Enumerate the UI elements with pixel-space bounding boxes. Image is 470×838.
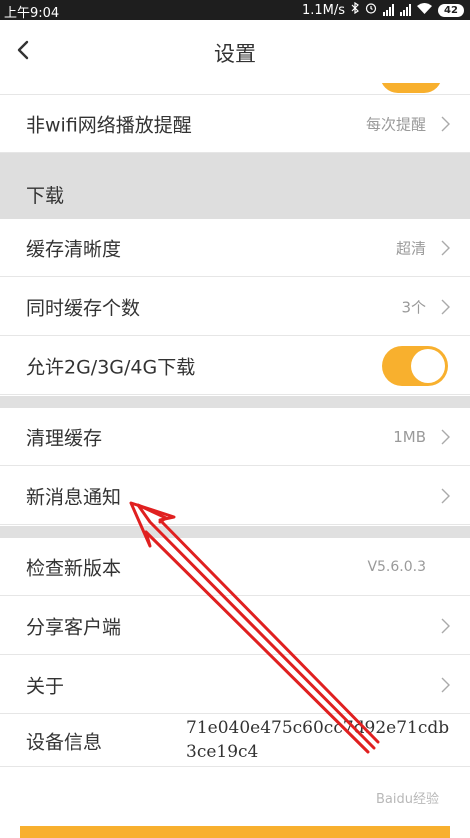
- bluetooth-icon: [351, 1, 359, 18]
- status-icons: 1.1M/s 42: [301, 1, 464, 18]
- row-notifications[interactable]: 新消息通知: [0, 467, 470, 525]
- row-share-client[interactable]: 分享客户端: [0, 597, 470, 655]
- chevron-right-icon: [441, 116, 450, 131]
- row-value: 3个: [401, 298, 426, 316]
- chevron-right-icon: [441, 488, 450, 503]
- chevron-left-icon: [17, 40, 29, 60]
- row-check-update[interactable]: 检查新版本 V5.6.0.3: [0, 538, 470, 596]
- section-title: 下载: [26, 185, 65, 207]
- chevron-right-icon: [441, 299, 450, 314]
- row-value: 每次提醒: [365, 115, 426, 133]
- battery-icon: 42: [438, 3, 464, 17]
- row-label: 检查新版本: [26, 557, 122, 579]
- chevron-right-icon: [441, 618, 450, 633]
- toggle-knob: [411, 348, 445, 383]
- section-header-download: 下载: [0, 153, 470, 219]
- partial-toggle-row: [0, 83, 470, 95]
- page-title: 设置: [214, 42, 256, 66]
- section-divider: [0, 526, 470, 538]
- row-label: 关于: [26, 675, 65, 697]
- status-bar: 上午9:04 1.1M/s 42: [0, 0, 470, 21]
- row-cache-count[interactable]: 同时缓存个数 3个: [0, 278, 470, 336]
- wifi-icon: [417, 2, 432, 18]
- row-label: 缓存清晰度: [26, 238, 122, 260]
- signal-icon-2: [400, 4, 411, 16]
- chevron-right-icon: [441, 240, 450, 255]
- row-label: 新消息通知: [26, 486, 122, 508]
- status-time: 上午9:04: [4, 6, 60, 21]
- version-value: V5.6.0.3: [367, 558, 426, 575]
- row-label: 允许2G/3G/4G下载: [26, 356, 196, 378]
- bottom-action-bar[interactable]: [20, 826, 450, 838]
- chevron-right-icon: [441, 677, 450, 692]
- network-speed: 1.1M/s: [301, 2, 345, 18]
- row-clear-cache[interactable]: 清理缓存 1MB: [0, 408, 470, 466]
- device-id-value: 71e040e475c60cc7d92e71cdb3ce19c4: [186, 718, 450, 762]
- row-label: 非wifi网络播放提醒: [26, 114, 192, 136]
- app-header: 设置: [0, 20, 470, 83]
- mobile-download-toggle[interactable]: [382, 345, 448, 386]
- row-label: 同时缓存个数: [26, 297, 141, 319]
- section-divider: [0, 396, 470, 408]
- row-value: 1MB: [393, 427, 426, 446]
- row-value: 超清: [395, 239, 426, 257]
- row-label: 分享客户端: [26, 616, 122, 638]
- chevron-right-icon: [441, 429, 450, 444]
- row-about[interactable]: 关于: [0, 656, 470, 714]
- row-wifi-reminder[interactable]: 非wifi网络播放提醒 每次提醒: [0, 95, 470, 153]
- signal-icon: [383, 4, 394, 16]
- watermark: Baidu经验: [376, 792, 439, 807]
- alarm-icon: [365, 2, 377, 18]
- row-label: 清理缓存: [26, 427, 103, 449]
- row-cache-quality[interactable]: 缓存清晰度 超清: [0, 219, 470, 277]
- row-label: 设备信息: [26, 731, 103, 753]
- row-allow-mobile-download: 允许2G/3G/4G下载: [0, 337, 470, 395]
- partial-toggle[interactable]: [380, 83, 442, 93]
- back-button[interactable]: [0, 20, 56, 83]
